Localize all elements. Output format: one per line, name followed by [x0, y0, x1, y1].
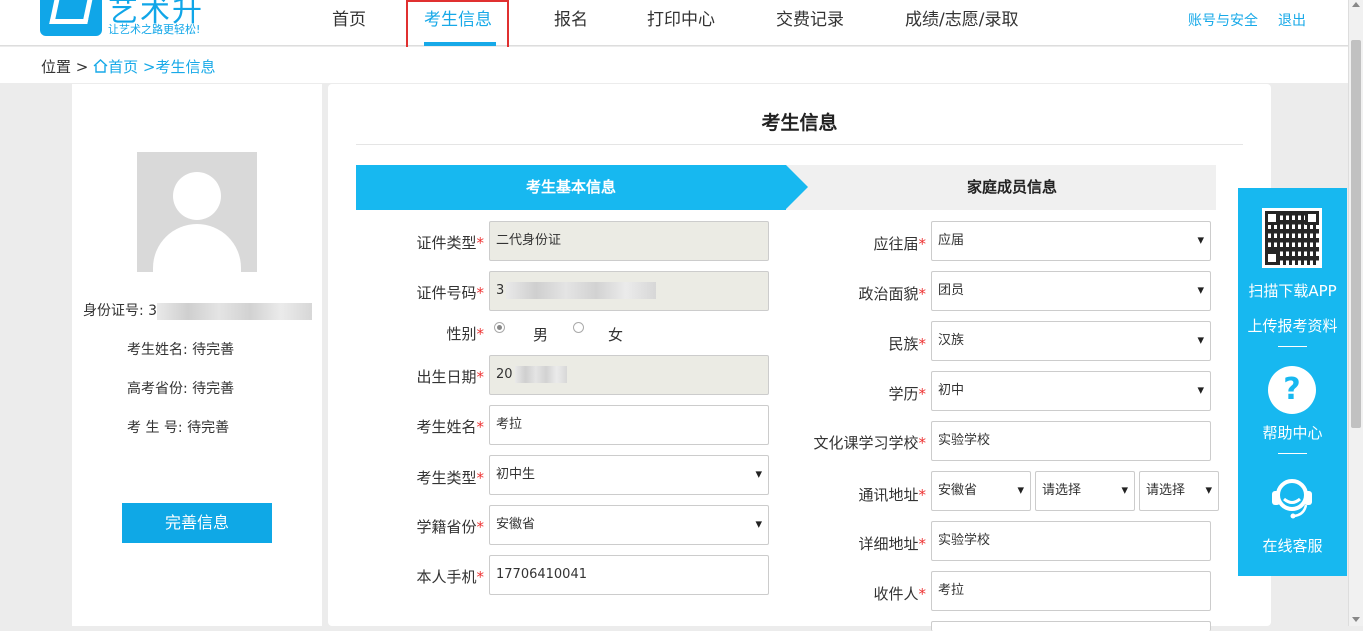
- student-info-panel: 考生信息 考生基本信息 家庭成员信息 证件类型* 二代身份证 证件号码* 3 性…: [328, 84, 1271, 631]
- sidebar-name: 考生姓名: 待完善: [127, 342, 235, 358]
- logout-link[interactable]: 退出: [1278, 10, 1306, 30]
- phone-label: 本人手机*: [416, 568, 484, 586]
- scroll-thumb[interactable]: [1351, 40, 1361, 428]
- qr-corner: [1305, 211, 1319, 225]
- nav-item-signup[interactable]: 报名: [554, 5, 588, 30]
- phone-input[interactable]: 17706410041: [489, 555, 769, 595]
- title-divider: [356, 144, 1243, 145]
- breadcrumb-home-link[interactable]: 首页: [93, 58, 138, 76]
- nav-item-print-center[interactable]: 打印中心: [647, 5, 715, 30]
- brand-slogan: 让艺术之路更轻松!: [108, 23, 201, 36]
- float-divider: [1278, 346, 1307, 347]
- complete-info-button[interactable]: 完善信息: [122, 503, 272, 543]
- scroll-up-icon[interactable]: [1352, 2, 1360, 7]
- next-field-partial[interactable]: [931, 621, 1211, 631]
- politics-select[interactable]: 团员: [931, 271, 1211, 311]
- receiver-input[interactable]: 考拉: [931, 571, 1211, 611]
- breadcrumb-current: >考生信息: [142, 58, 216, 76]
- sidebar-id-label: 身份证号: 3: [83, 303, 158, 319]
- page-scrollbar[interactable]: [1348, 0, 1363, 626]
- upload-materials-text[interactable]: 上传报考资料: [1238, 315, 1347, 336]
- politics-label: 政治面貌*: [858, 285, 926, 303]
- float-divider: [1278, 453, 1307, 454]
- ethnicity-select[interactable]: 汉族: [931, 321, 1211, 361]
- education-label: 学历*: [888, 385, 926, 403]
- qr-pattern: [1265, 211, 1319, 265]
- nav-item-home[interactable]: 首页: [332, 5, 366, 30]
- id-number-mask: [157, 302, 313, 320]
- profile-sidebar: 身份证号: 3 考生姓名: 待完善 高考省份: 待完善 考 生 号: 待完善 完…: [72, 84, 322, 626]
- id-type-field[interactable]: 二代身份证: [489, 221, 769, 261]
- scroll-down-icon[interactable]: [1352, 617, 1360, 622]
- floating-service-panel: 扫描下载APP 上传报考资料 ? 帮助中心 在线客服: [1238, 188, 1347, 576]
- address-city-select[interactable]: 请选择: [1035, 471, 1135, 511]
- app-qr-code-icon: [1262, 208, 1322, 268]
- birth-label: 出生日期*: [416, 368, 484, 386]
- student-name-input[interactable]: 考拉: [489, 405, 769, 445]
- id-type-label: 证件类型*: [416, 234, 484, 252]
- address-province-select[interactable]: 安徽省: [931, 471, 1031, 511]
- avatar-body-icon: [153, 224, 241, 272]
- id-number-value: 3: [496, 283, 505, 298]
- sidebar-exam-number: 考 生 号: 待完善: [127, 420, 230, 436]
- avatar-head-icon: [173, 172, 221, 220]
- breadcrumb-home-label: 首页: [108, 58, 139, 76]
- help-question-icon[interactable]: ?: [1268, 366, 1316, 414]
- grad-type-select[interactable]: 应届: [931, 221, 1211, 261]
- birth-date-value: 20: [496, 367, 513, 382]
- info-tabs: 考生基本信息 家庭成员信息: [356, 165, 1216, 210]
- home-icon: [93, 59, 108, 73]
- address-district-select[interactable]: 请选择: [1139, 471, 1219, 511]
- school-input[interactable]: 实验学校: [931, 421, 1211, 461]
- school-province-label: 学籍省份*: [416, 518, 484, 536]
- ethnicity-label: 民族*: [888, 335, 926, 353]
- receiver-label: 收件人*: [873, 585, 926, 603]
- detail-address-input[interactable]: 实验学校: [931, 521, 1211, 561]
- nav-item-scores[interactable]: 成绩/志愿/录取: [905, 5, 1018, 30]
- logo-mark-icon: [49, 0, 93, 24]
- qr-corner: [1265, 251, 1279, 265]
- nav-item-payment-records[interactable]: 交费记录: [776, 5, 844, 30]
- help-center-link[interactable]: 帮助中心: [1238, 422, 1347, 443]
- qr-corner: [1265, 211, 1279, 225]
- school-province-select[interactable]: 安徽省: [489, 505, 769, 545]
- birth-date-field[interactable]: 20: [489, 355, 769, 395]
- breadcrumb: 位置 > 首页 >考生信息: [0, 47, 1348, 83]
- breadcrumb-prefix: 位置 >: [41, 58, 89, 76]
- gender-male-label[interactable]: 男: [533, 324, 548, 345]
- download-app-text[interactable]: 扫描下载APP: [1238, 280, 1347, 301]
- gender-male-radio[interactable]: [494, 322, 505, 333]
- gender-female-label[interactable]: 女: [608, 324, 623, 345]
- sidebar-province: 高考省份: 待完善: [127, 381, 235, 397]
- sidebar-id-line: 身份证号: 3: [83, 300, 313, 320]
- grad-type-label: 应往届*: [873, 235, 926, 253]
- brand-logo[interactable]: [40, 0, 102, 36]
- page-title: 考生信息: [761, 112, 838, 134]
- headset-service-icon[interactable]: [1266, 471, 1318, 523]
- student-type-label: 考生类型*: [416, 469, 484, 487]
- student-type-select[interactable]: 初中生: [489, 455, 769, 495]
- birth-date-mask: [514, 366, 567, 383]
- account-security-link[interactable]: 账号与安全: [1188, 10, 1258, 30]
- name-label: 考生姓名*: [416, 418, 484, 436]
- gender-label: 性别*: [446, 325, 484, 343]
- education-select[interactable]: 初中: [931, 371, 1211, 411]
- id-number-field[interactable]: 3: [489, 271, 769, 311]
- tab-basic-info[interactable]: 考生基本信息: [356, 165, 808, 210]
- tab-family-info[interactable]: 家庭成员信息: [808, 165, 1216, 210]
- school-label: 文化课学习学校*: [813, 434, 926, 452]
- id-number-label: 证件号码*: [416, 284, 484, 302]
- id-number-field-mask: [506, 282, 657, 299]
- top-navbar: 艺术升 让艺术之路更轻松! 首页 考生信息 报名 打印中心 交费记录 成绩/志愿…: [0, 0, 1348, 55]
- gender-female-radio[interactable]: [573, 322, 584, 333]
- address-label: 通讯地址*: [858, 486, 926, 504]
- online-service-link[interactable]: 在线客服: [1238, 535, 1347, 556]
- avatar: [137, 152, 257, 272]
- detail-address-label: 详细地址*: [858, 535, 926, 553]
